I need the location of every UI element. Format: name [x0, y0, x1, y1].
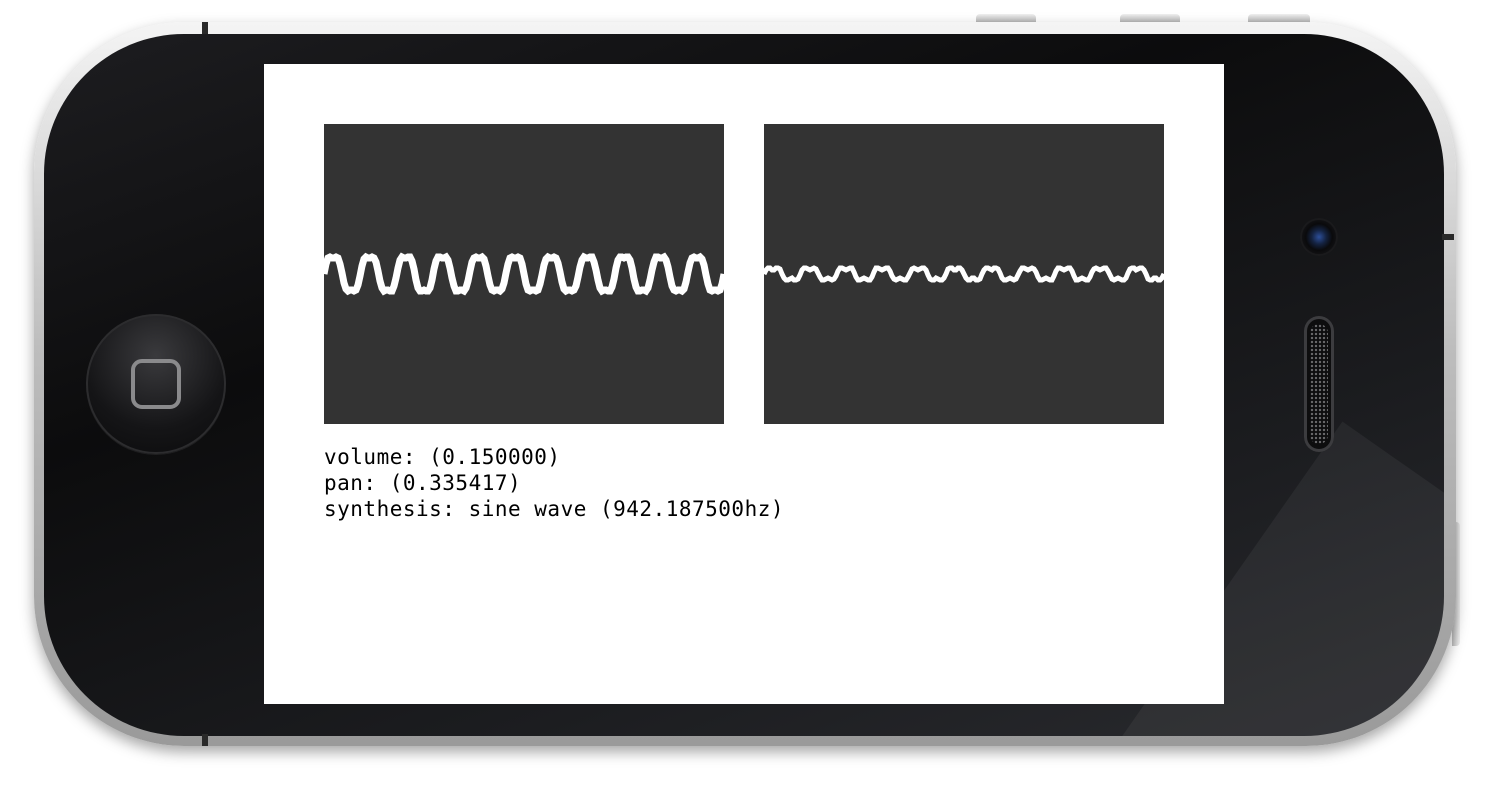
synthesis-readout: synthesis: sine wave (942.187500hz)	[324, 497, 785, 521]
audio-readouts: volume: (0.150000) pan: (0.335417) synth…	[324, 444, 784, 522]
left-channel-oscilloscope	[324, 124, 724, 424]
home-square-icon	[131, 359, 181, 409]
antenna-notch	[202, 22, 208, 34]
speaker-grille	[1310, 324, 1328, 444]
right-channel-oscilloscope	[764, 124, 1164, 424]
antenna-notch	[202, 734, 208, 746]
volume-readout: volume: (0.150000)	[324, 445, 561, 469]
left-channel-waveform	[324, 252, 724, 296]
right-waveform-svg	[764, 265, 1164, 283]
front-camera-icon	[1302, 220, 1336, 254]
left-waveform-svg	[324, 252, 724, 296]
right-channel-waveform	[764, 265, 1164, 283]
app-screen[interactable]: volume: (0.150000) pan: (0.335417) synth…	[264, 64, 1224, 704]
device-frame: volume: (0.150000) pan: (0.335417) synth…	[0, 0, 1488, 792]
pan-readout: pan: (0.335417)	[324, 471, 522, 495]
home-button[interactable]	[86, 314, 226, 454]
earpiece-speaker	[1304, 316, 1334, 452]
antenna-notch	[1442, 234, 1454, 240]
